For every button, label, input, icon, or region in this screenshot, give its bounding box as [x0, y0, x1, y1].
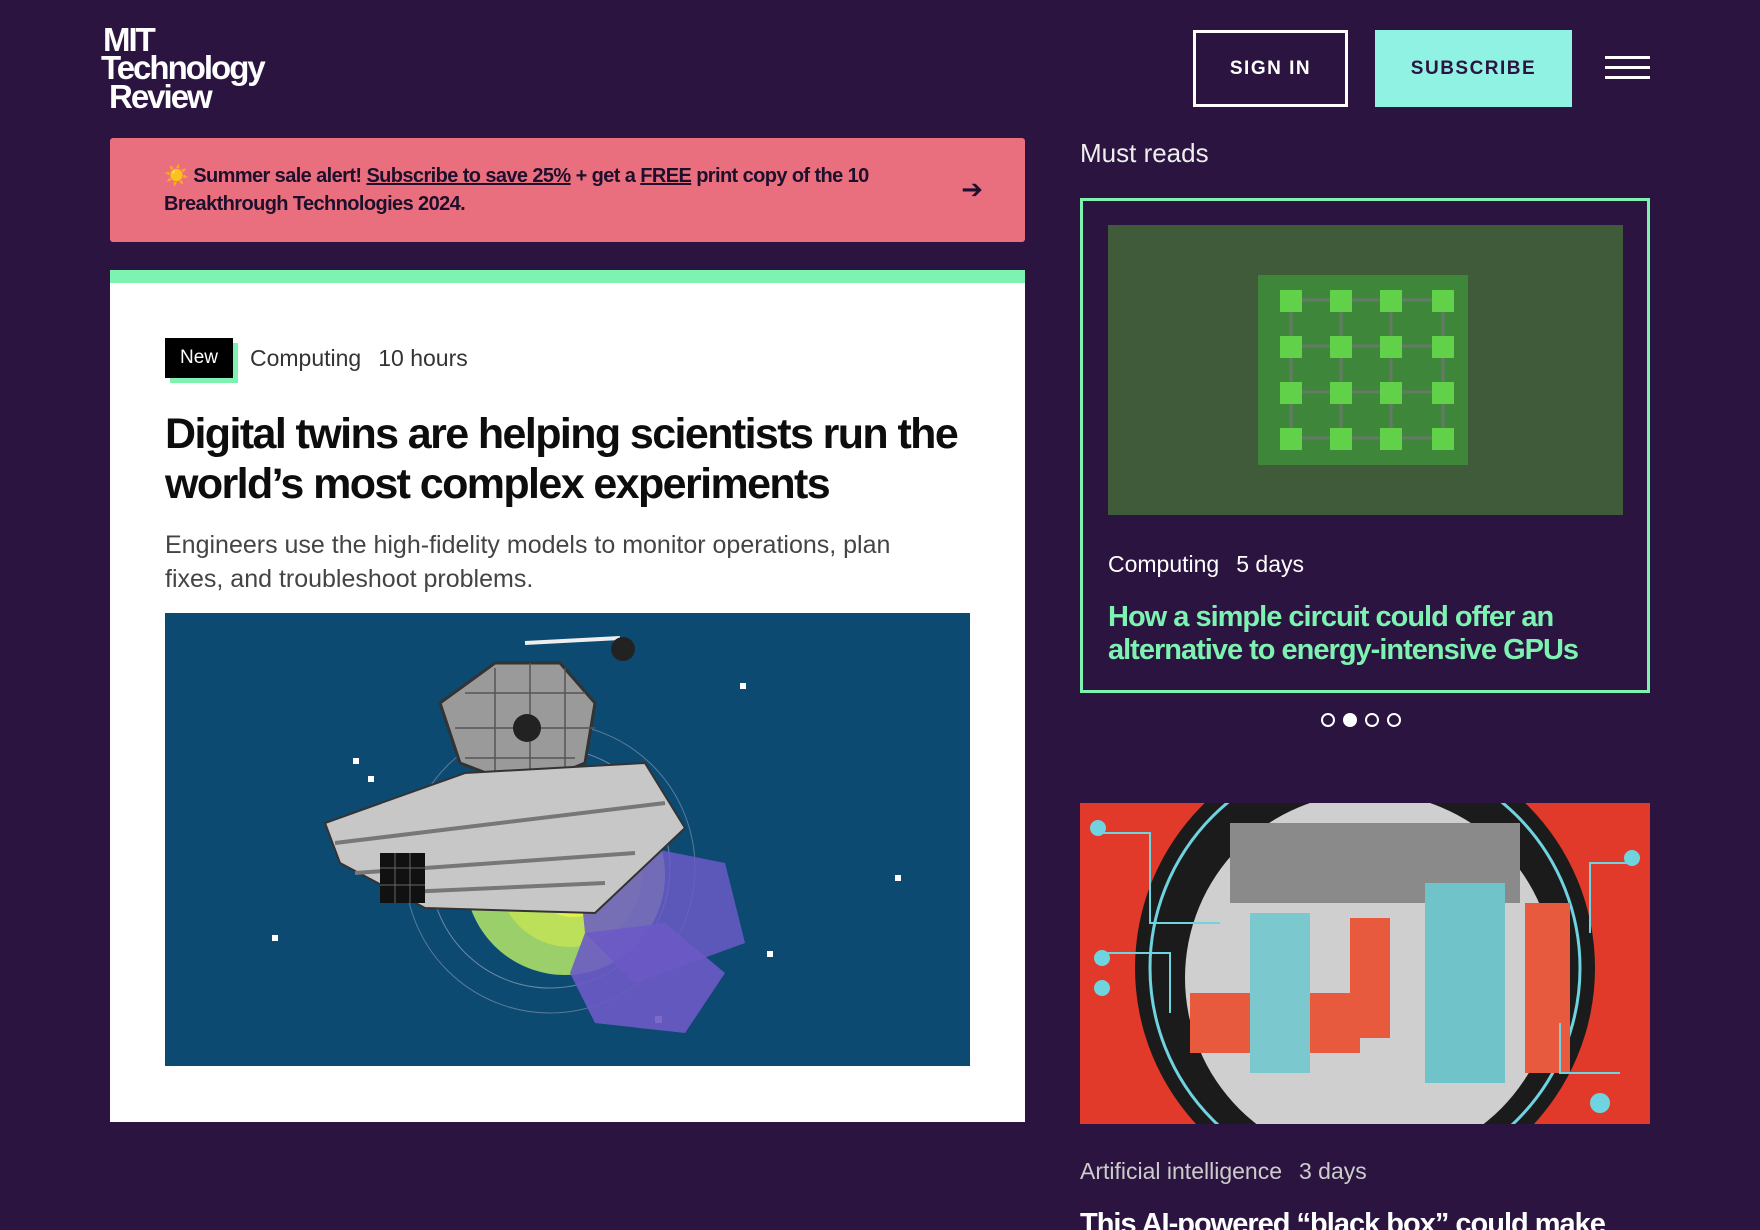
article2-time: 3 days	[1298, 1158, 1367, 1184]
featured-category[interactable]: Computing	[250, 345, 361, 372]
hamburger-icon[interactable]	[1605, 56, 1650, 80]
promo-lead: Summer sale alert!	[193, 165, 362, 187]
circuit-image[interactable]	[1108, 225, 1623, 515]
must-reads-time: 5 days	[1236, 551, 1304, 577]
featured-dek: Engineers use the high-fidelity models t…	[165, 531, 891, 593]
carousel-dot-active[interactable]	[1343, 713, 1357, 727]
article2-headline[interactable]: This AI-powered “black box” could make	[1080, 1208, 1650, 1230]
promo-subscribe-link[interactable]: Subscribe to save 25%	[366, 165, 571, 187]
must-reads-meta: Computing 5 days	[1108, 551, 1304, 578]
must-reads-headline[interactable]: How a simple circuit could offer an alte…	[1108, 601, 1608, 667]
featured-image-telescope[interactable]	[165, 613, 970, 1066]
carousel-dot[interactable]	[1365, 713, 1379, 727]
arrow-right-icon[interactable]: ➔	[961, 174, 983, 205]
must-reads-category[interactable]: Computing	[1108, 551, 1219, 578]
article2-meta: Artificial intelligence 3 days	[1080, 1158, 1367, 1185]
subscribe-button[interactable]: SUBSCRIBE	[1375, 30, 1572, 107]
featured-article-card[interactable]: New Computing 10 hours Digital twins are…	[110, 270, 1025, 1122]
promo-free-link[interactable]: FREE	[640, 165, 692, 187]
article2-category[interactable]: Artificial intelligence	[1080, 1158, 1282, 1185]
operating-room-image[interactable]	[1080, 803, 1650, 1124]
new-badge: New	[165, 338, 238, 383]
promo-text: ☀️ Summer sale alert! Subscribe to save …	[164, 162, 924, 218]
sign-in-button[interactable]: SIGN IN	[1193, 30, 1348, 107]
carousel-dot[interactable]	[1387, 713, 1401, 727]
sun-emoji: ☀️	[164, 165, 189, 187]
featured-time: 10 hours	[378, 344, 468, 371]
must-reads-card[interactable]: Computing 5 days How a simple circuit co…	[1080, 198, 1650, 693]
carousel-dot[interactable]	[1321, 713, 1335, 727]
logo-line-review: Review	[109, 77, 213, 115]
featured-headline[interactable]: Digital twins are helping scientists run…	[165, 409, 985, 509]
featured-meta: New Computing 10 hours	[165, 338, 468, 383]
promo-mid: + get a	[575, 165, 636, 187]
promo-banner[interactable]: ☀️ Summer sale alert! Subscribe to save …	[110, 138, 1025, 242]
site-logo[interactable]: MIT Technology Review	[101, 23, 273, 115]
carousel-dots	[1321, 713, 1401, 727]
must-reads-title: Must reads	[1080, 138, 1209, 168]
